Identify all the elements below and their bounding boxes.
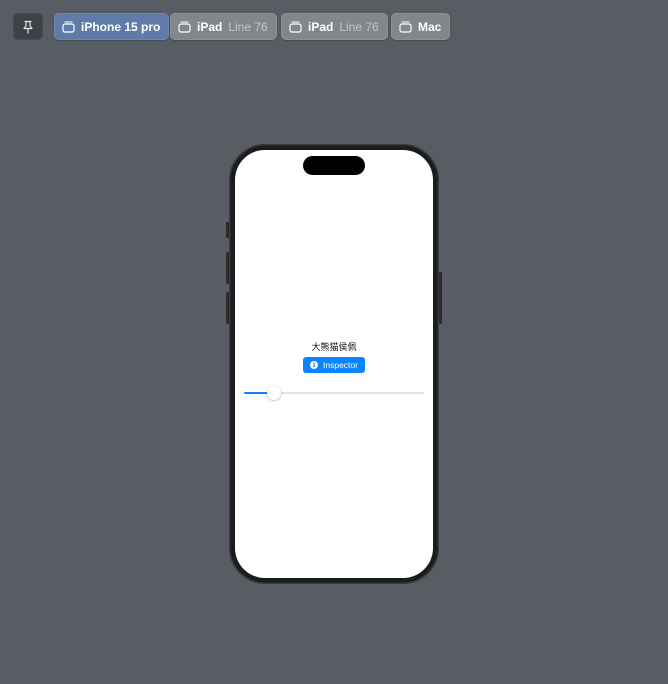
- pin-icon: [22, 20, 34, 34]
- volume-down-button: [226, 292, 229, 324]
- inspector-button-label: Inspector: [323, 360, 358, 370]
- info-icon: i: [310, 361, 319, 369]
- tab-mac[interactable]: Mac: [391, 13, 451, 40]
- tab-iphone-15-pro[interactable]: iPhone 15 pro: [54, 13, 170, 40]
- device-icon: [399, 20, 413, 33]
- preview-toolbar: iPhone 15 pro iPad Line 76 iPad Line 76 …: [0, 13, 668, 40]
- inspector-button[interactable]: i Inspector: [303, 357, 365, 373]
- volume-up-button: [226, 252, 229, 284]
- tab-label: Mac: [418, 19, 442, 34]
- tab-sublabel: Line 76: [339, 19, 379, 34]
- tab-ipad-2[interactable]: iPad Line 76: [281, 13, 388, 40]
- action-button: [226, 222, 229, 238]
- dynamic-island: [303, 156, 365, 175]
- preview-title: 大熊猫侯佩: [311, 342, 357, 352]
- power-button: [439, 272, 442, 324]
- device-icon: [62, 20, 76, 33]
- tab-label: iPad: [308, 19, 334, 34]
- value-slider[interactable]: [244, 386, 424, 400]
- pin-button[interactable]: [13, 13, 43, 40]
- iphone-device-frame: 大熊猫侯佩 i Inspector: [226, 144, 442, 584]
- tab-ipad[interactable]: iPad Line 76: [170, 13, 277, 40]
- device-icon: [289, 20, 303, 33]
- device-icon: [178, 20, 192, 33]
- device-screen: 大熊猫侯佩 i Inspector: [235, 150, 433, 578]
- tab-sublabel: Line 76: [228, 19, 268, 34]
- slider-thumb[interactable]: [267, 386, 282, 400]
- tab-label: iPhone 15 pro: [81, 19, 161, 34]
- tab-label: iPad: [197, 19, 223, 34]
